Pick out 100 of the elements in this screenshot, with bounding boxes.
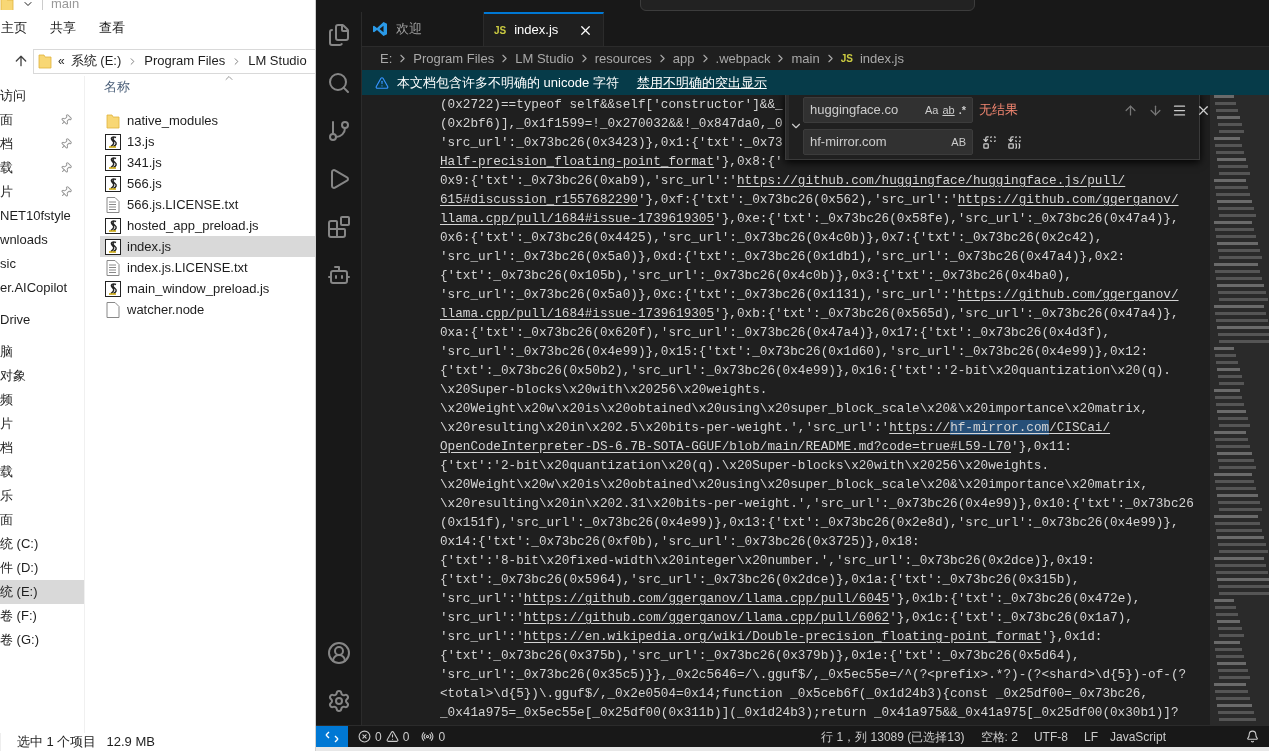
ports-button[interactable]: 0 <box>421 727 446 746</box>
nav-item[interactable]: NET10fstyle <box>0 204 84 228</box>
find-option[interactable]: ab <box>940 101 957 119</box>
code-link[interactable]: 615#discussion_r1557682290 <box>440 192 638 207</box>
code-line: 0x6:{'txt':_0x73bc26(0x4425),'src_url':_0x73bc26(0x4c0b)},0x7:{'txt':_0x73bc26(0x2c42), <box>440 229 1103 247</box>
breadcrumb[interactable]: app <box>672 48 695 69</box>
file-row[interactable]: index.js.LICENSE.txt <box>100 257 315 278</box>
ribbon-tab[interactable]: 查看 <box>98 18 147 38</box>
breadcrumb[interactable]: resources <box>594 48 652 69</box>
nav-item[interactable]: 件 (D:) <box>0 556 84 580</box>
code-line: 0xa:{'txt':_0x73bc26(0x620f),'src_url':_0x73bc26(0x47a4)},0x17:{'txt':_0x73bc26(0x4d3f), <box>440 324 1110 342</box>
ribbon-tab[interactable]: 主页 <box>0 18 49 38</box>
code-link[interactable]: https://github.com/ggerganov/ <box>957 192 1179 207</box>
nav-item[interactable]: 载 <box>0 460 84 484</box>
nav-item[interactable]: 乐 <box>0 484 84 508</box>
nav-item[interactable]: er.AICopilot <box>0 276 84 300</box>
language-mode[interactable]: JavaScript <box>1109 727 1166 746</box>
nav-item[interactable]: 脑 <box>0 340 84 364</box>
code-line: {'txt':_0x73bc26(0x5964),'src_url':_0x73bc26(0x2dce)},0x1a:{'txt':_0x73bc26(0x315b), <box>440 571 1080 589</box>
file-row[interactable]: index.js <box>100 236 315 257</box>
nav-item[interactable]: 面 <box>0 508 84 532</box>
status-text: 12.9 MB <box>106 733 155 751</box>
nav-item[interactable]: wnloads <box>0 228 84 252</box>
status-text: 选中 1 个项目 <box>17 733 97 751</box>
code-line: (0x2722)==typeof self&&self['constructor']&&_ <box>440 96 783 114</box>
nav-item[interactable]: sic <box>0 252 84 276</box>
ribbon-tab[interactable]: 共享 <box>49 18 98 38</box>
find-option[interactable]: AB <box>949 133 968 151</box>
code-link[interactable]: Half-precision_floating-point_format <box>440 154 715 169</box>
file-row[interactable]: 566.js <box>100 173 315 194</box>
code-link[interactable]: https://github.com/huggingface/huggingface.js/pull/ <box>736 173 1126 188</box>
code-line: (0x151f),'src_url':_0x73bc26(0x4e99)},0x13:{'txt':_0x73bc26(0x2e8d),'src_url':_0x73bc26(0x4e99)}, <box>440 514 1179 532</box>
breadcrumb[interactable]: main <box>791 48 820 69</box>
code-link[interactable]: https://github.com/ggerganov/llama.cpp/pull/6045 <box>523 591 890 606</box>
line-ending[interactable]: LF <box>1083 727 1098 746</box>
file-type-icon: JS <box>840 51 853 66</box>
nav-item[interactable]: Drive <box>0 308 84 332</box>
nav-item[interactable]: 对象 <box>0 364 84 388</box>
breadcrumb[interactable]: Program Files <box>413 48 495 69</box>
nav-item[interactable]: 档 <box>0 132 84 156</box>
problems-button[interactable]: 0 0 <box>358 727 410 746</box>
breadcrumb[interactable]: .webpack <box>715 48 771 69</box>
nav-item[interactable]: 片 <box>0 412 84 436</box>
code-link[interactable]: https://github.com/ggerganov/ <box>957 287 1179 302</box>
replace-field[interactable]: hf-mirror.com AB <box>803 129 973 155</box>
file-row[interactable]: 341.js <box>100 152 315 173</box>
cursor-position[interactable]: 行 1，列 13089 (已选择13) <box>821 727 965 746</box>
breadcrumb[interactable]: index.js <box>859 48 904 69</box>
encoding[interactable]: UTF-8 <box>1033 727 1068 746</box>
nav-item[interactable]: 片 <box>0 180 84 204</box>
file-row[interactable]: watcher.node <box>100 299 315 320</box>
nav-item[interactable]: 统 (C:) <box>0 532 84 556</box>
nav-item[interactable]: 面 <box>0 108 84 132</box>
code-line: \x20Weight\x20w\x20is\x20obtained\x20using\x20super_block_scale\x20&\x20importance\x20matrix, <box>440 476 1149 494</box>
address-bar[interactable]: « 系统 (E:) Program Files LM Studio <box>33 48 315 74</box>
nav-item[interactable]: 频 <box>0 388 84 412</box>
indentation[interactable]: 空格: 2 <box>980 727 1018 746</box>
file-row[interactable]: native_modules <box>100 110 315 131</box>
code-link[interactable]: https:// <box>889 420 951 435</box>
breadcrumb[interactable]: E: <box>380 48 393 69</box>
result-text: 无结果 <box>979 101 1018 120</box>
path-segment[interactable]: Program Files <box>144 51 226 71</box>
file-row[interactable]: main_window_preload.js <box>100 278 315 299</box>
nav-item[interactable]: 档 <box>0 436 84 460</box>
disable-link[interactable]: 禁用不明确的突出显示 <box>636 72 767 93</box>
code-link[interactable]: https://en.wikipedia.org/wiki/Double-precision_floating-point_format <box>523 629 1042 644</box>
nav-item[interactable]: 卷 (G:) <box>0 628 84 652</box>
nav-item[interactable]: 卷 (F:) <box>0 604 84 628</box>
code-line: 'src_url':'https://en.wikipedia.org/wiki/Double-precision_floating-point_format'},0x1d: <box>440 628 1103 646</box>
find-option[interactable]: Aa <box>922 101 941 119</box>
file-row[interactable]: 566.js.LICENSE.txt <box>100 194 315 215</box>
find-option[interactable]: .* <box>956 101 968 119</box>
code-line: 'src_url':_0x73bc26(0x5a0)},0xd:{'txt':_0x73bc26(0x1db1),'src_url':_0x73bc26(0x47a4)},0x2: <box>440 248 1126 266</box>
editor-tab[interactable]: JS index.js <box>484 12 604 46</box>
code-line: 'src_url':'https://github.com/ggerganov/llama.cpp/pull/6045'},0x1b:{'txt':_0x73bc26(0x472e), <box>440 590 1141 608</box>
overflow-button[interactable]: « <box>58 52 65 70</box>
code-link[interactable]: llama.cpp/pull/1684#issue-1739619305 <box>440 306 715 321</box>
find-field[interactable]: huggingface.co Aa ab .* <box>803 97 973 123</box>
breadcrumb[interactable]: LM Studio <box>515 48 574 69</box>
file-row[interactable]: 13.js <box>100 131 315 152</box>
column-header[interactable]: 名称 <box>104 77 130 97</box>
code-link[interactable]: https://github.com/ggerganov/llama.cpp/pull/6062 <box>523 610 890 625</box>
code-line: llama.cpp/pull/1684#issue-1739619305'},0xe:{'txt':_0x73bc26(0x58fe),'src_url':_0x73bc26(0x47a4)}, <box>440 210 1179 228</box>
nav-item[interactable]: 访问 <box>0 84 84 108</box>
code-line: {'txt':_0x73bc26(0x105b),'src_url':_0x73bc26(0x4c0b)},0x3:{'txt':_0x73bc26(0x4ba0), <box>440 267 1072 285</box>
code-line: 'src_url':_0x73bc26(0x3423)},0x1:{'txt':_0x73 <box>440 134 783 152</box>
nav-item[interactable]: 统 (E:) <box>0 580 84 604</box>
code-line: _0x41a975=_0x5ec55e[_0x25df00(0x311b)](_0x1d24b3);return _0x41a975&&_0x41a975[_0x25df00(0x30b1)]? <box>440 704 1179 722</box>
selected-link-text[interactable]: hf-mirror.com <box>950 420 1050 435</box>
code-line: <total>\d{5})\.gguf$/,_0x2e0504=0x14;function _0x5ceb6f(_0x1d24b3){const _0x25df00=_0x73bc26, <box>440 685 1149 703</box>
code-link[interactable]: /CISCai/ <box>1049 420 1111 435</box>
path-segment[interactable]: 系统 (E:) <box>70 51 122 71</box>
path-segment[interactable]: LM Studio <box>248 51 307 71</box>
code-line: {'txt':_0x73bc26(0x50b2),'src_url':_0x73bc26(0x4e99)},0x16:{'txt':'2-bit\x20quantization\x20(q). <box>440 362 1171 380</box>
code-link[interactable]: llama.cpp/pull/1684#issue-1739619305 <box>440 211 715 226</box>
code-line: 615#discussion_r1557682290'},0xf:{'txt':_0x73bc26(0x562),'src_url':'https://github.com/ggerganov/ <box>440 191 1179 209</box>
file-row[interactable]: hosted_app_preload.js <box>100 215 315 236</box>
nav-item[interactable]: 载 <box>0 156 84 180</box>
warning-text: 本文档包含许多不明确的 unicode 字符 <box>397 73 619 92</box>
code-link[interactable]: OpenCodeInterpreter-DS-6.7B-SOTA-GGUF/blob/main/README.md?code=true#L59-L70 <box>440 439 1012 454</box>
